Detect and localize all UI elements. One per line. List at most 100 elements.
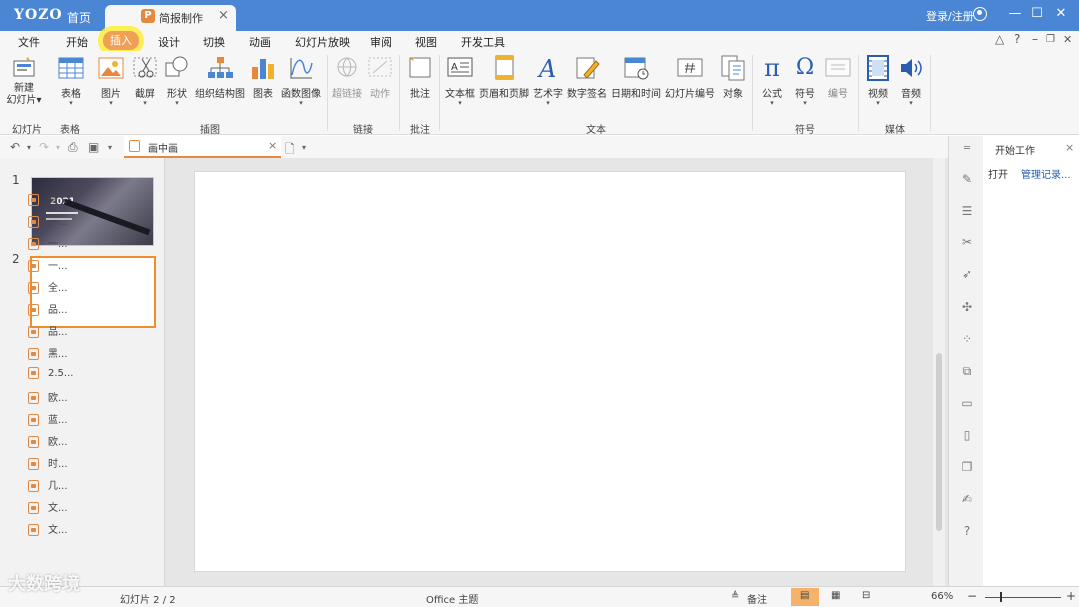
slide-number-button[interactable]: 幻灯片编号: [664, 55, 716, 100]
sorter-view-icon[interactable]: ▦: [831, 590, 840, 601]
recent-file[interactable]: 一...: [28, 235, 68, 250]
function-graph-button[interactable]: 函数图像 ▾: [280, 55, 322, 107]
formula-label: 公式: [762, 89, 782, 100]
home-tab[interactable]: 首页: [67, 9, 91, 26]
recent-file[interactable]: 画...: [28, 191, 68, 206]
help-icon[interactable]: ?: [1014, 32, 1020, 46]
menu-insert[interactable]: 插入: [103, 31, 139, 50]
slide-canvas[interactable]: [194, 171, 906, 572]
recent-file[interactable]: 全...: [28, 279, 68, 294]
file-tab[interactable]: 画中画 ×: [124, 136, 281, 158]
zoom-slider[interactable]: [985, 597, 1061, 598]
recent-file[interactable]: 几...: [28, 477, 68, 492]
tools-icon[interactable]: ✂: [960, 235, 974, 249]
shape-button[interactable]: 形状 ▾: [162, 55, 192, 107]
slideshow-view-icon[interactable]: ⊟: [862, 590, 870, 601]
task-pane-close-button[interactable]: ×: [1065, 141, 1074, 154]
settings-sliders-icon[interactable]: ☰: [960, 204, 974, 218]
recent-file[interactable]: 品...: [28, 323, 68, 338]
user-icon[interactable]: [973, 7, 987, 21]
menu-devtools[interactable]: 开发工具: [461, 34, 505, 50]
orgchart-button[interactable]: 组织结构图: [194, 55, 246, 100]
new-slide-button[interactable]: 新建 幻灯片▾: [6, 55, 42, 107]
zoom-in-button[interactable]: +: [1066, 589, 1076, 603]
recent-file[interactable]: 2.5...: [28, 367, 73, 379]
formula-button[interactable]: π 公式 ▾: [757, 55, 787, 107]
chart-label: 图表: [253, 89, 273, 100]
undo-dropdown-icon[interactable]: ▾: [27, 143, 31, 152]
edit-icon[interactable]: ✍: [960, 492, 974, 506]
rocket-icon[interactable]: ➶: [960, 267, 974, 281]
textbox-button[interactable]: A 文本框 ▾: [443, 55, 477, 107]
table-button[interactable]: 表格 ▾: [56, 55, 86, 107]
menu-view[interactable]: 视图: [415, 34, 437, 50]
doc-minimize-button[interactable]: –: [1032, 32, 1038, 46]
apps-icon[interactable]: ⁘: [960, 332, 974, 346]
video-button[interactable]: 视频 ▾: [863, 55, 893, 107]
vertical-scrollbar[interactable]: [933, 158, 945, 586]
doc-restore-button[interactable]: ❐: [1046, 34, 1055, 45]
zoom-out-button[interactable]: −: [967, 589, 977, 603]
document-tab[interactable]: P 简报制作 ×: [105, 5, 236, 31]
copy-icon[interactable]: ❐: [960, 460, 974, 474]
open-link[interactable]: 打开: [988, 166, 1008, 181]
zoom-slider-handle[interactable]: [1000, 592, 1002, 602]
maximize-button[interactable]: ☐: [1029, 6, 1045, 21]
save-icon[interactable]: ▣: [88, 140, 99, 154]
screenshot-button[interactable]: 截屏 ▾: [130, 55, 160, 107]
close-tab-button[interactable]: ×: [218, 8, 229, 23]
scrollbar-thumb[interactable]: [936, 353, 942, 531]
notes-button[interactable]: 备注: [747, 591, 767, 606]
action-button[interactable]: 动作: [366, 55, 394, 100]
numbering-button[interactable]: 编号: [823, 55, 853, 100]
new-file-dropdown-icon[interactable]: ▾: [302, 143, 306, 152]
notes-icon[interactable]: ≜: [731, 591, 739, 602]
menu-transition[interactable]: 切换: [203, 34, 225, 50]
login-link[interactable]: 登录/注册: [926, 8, 974, 24]
menu-design[interactable]: 设计: [158, 34, 180, 50]
recent-file[interactable]: 黑...: [28, 345, 68, 360]
recent-file[interactable]: 欧...: [28, 433, 68, 448]
header-footer-button[interactable]: 页眉和页脚: [478, 55, 530, 100]
clipboard-icon[interactable]: ▯: [960, 428, 974, 442]
menu-home[interactable]: 开始: [66, 34, 88, 50]
comment-panel-icon[interactable]: ▭: [960, 396, 974, 410]
digital-sign-button[interactable]: 数字签名: [566, 55, 608, 100]
redo-dropdown-icon[interactable]: ▾: [56, 143, 60, 152]
recent-file[interactable]: 欧...: [28, 389, 68, 404]
menu-file[interactable]: 文件: [18, 34, 40, 50]
picture-button[interactable]: 图片 ▾: [96, 55, 126, 107]
chart-button[interactable]: 图表: [250, 55, 276, 100]
help-circle-icon[interactable]: ?: [960, 524, 974, 538]
pencil-icon[interactable]: ✎: [960, 172, 974, 186]
recent-file[interactable]: 品...: [28, 301, 68, 316]
collapse-ribbon-icon[interactable]: △: [995, 32, 1004, 46]
wordart-button[interactable]: A 艺术字 ▾: [532, 55, 564, 107]
recent-file[interactable]: 一...: [28, 213, 68, 228]
minimize-button[interactable]: —: [1007, 6, 1023, 21]
transform-icon[interactable]: ⧉: [960, 364, 974, 378]
menu-animation[interactable]: 动画: [249, 34, 271, 50]
comment-button[interactable]: 批注: [405, 55, 435, 100]
audio-button[interactable]: 音频 ▾: [896, 55, 926, 107]
recent-file[interactable]: 蓝...: [28, 411, 68, 426]
customize-dropdown-icon[interactable]: ▾: [108, 143, 112, 152]
menu-review[interactable]: 审阅: [370, 34, 392, 50]
undo-icon[interactable]: ↶: [10, 140, 20, 154]
menu-slideshow[interactable]: 幻灯片放映: [295, 34, 350, 50]
recent-file[interactable]: 一...: [28, 257, 68, 272]
print-preview-icon[interactable]: ⎙: [68, 140, 78, 155]
object-button[interactable]: 对象: [718, 55, 748, 100]
hyperlink-button[interactable]: 超链接: [331, 55, 363, 100]
recent-file[interactable]: 时...: [28, 455, 68, 470]
datetime-button[interactable]: 日期和时间: [610, 55, 662, 100]
manage-records-link[interactable]: 管理记录...: [1021, 166, 1071, 181]
redo-icon[interactable]: ↷: [39, 140, 49, 154]
pinwheel-icon[interactable]: ✣: [960, 300, 974, 314]
recent-file[interactable]: 文...: [28, 499, 68, 514]
file-tab-close-button[interactable]: ×: [268, 139, 277, 152]
recent-file[interactable]: 文...: [28, 521, 68, 536]
symbol-button[interactable]: Ω 符号 ▾: [790, 55, 820, 107]
close-window-button[interactable]: ✕: [1053, 6, 1069, 21]
doc-close-button[interactable]: ✕: [1063, 33, 1072, 46]
